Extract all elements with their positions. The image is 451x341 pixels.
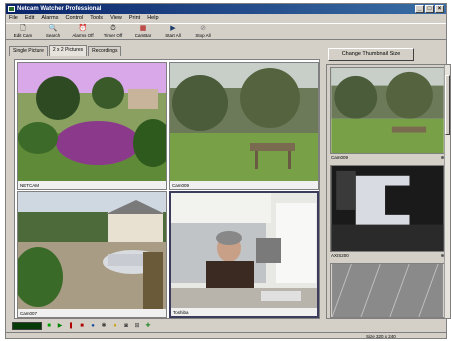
thumbnail-unnamed[interactable] <box>330 263 445 318</box>
document-icon: 🗋 <box>20 25 26 32</box>
timer-off-label: Timer Off <box>103 33 123 38</box>
search-label: Search <box>45 33 61 38</box>
start-all-label: Start All <box>165 33 181 38</box>
camera-label: Cam009 <box>172 183 190 188</box>
activity-indicator <box>12 322 42 330</box>
thumbnail-scrollbar[interactable] <box>444 65 450 318</box>
camera-image-lawn <box>170 63 318 181</box>
edit-cam-button[interactable]: 🗋 Edit Cam <box>8 24 38 40</box>
alarm-icon: ⏰ <box>78 25 88 32</box>
menu-view[interactable]: View <box>110 14 122 22</box>
camera-image-office <box>171 193 317 308</box>
record-icon[interactable]: ■ <box>45 322 53 330</box>
stop-all-label: Stop All <box>195 33 211 38</box>
menu-print[interactable]: Print <box>129 14 140 22</box>
tab-single-picture[interactable]: Single Picture <box>9 46 48 56</box>
cambar-label: CamBar <box>134 33 152 38</box>
cambar-icon: ▦ <box>139 25 147 32</box>
thumbnail-image-grey <box>330 263 445 318</box>
thumbnail-image-lawn <box>330 67 445 154</box>
search-button[interactable]: 🔍 Search <box>38 24 68 40</box>
bottom-toolbar: ■ ▶ ❚ ■ ● ✱ ♦ ◙ ⊞ ✚ <box>6 321 446 331</box>
start-all-icon: ▶ <box>170 25 176 32</box>
start-all-button[interactable]: ▶ Start All <box>158 24 188 40</box>
camera-view-netcam[interactable]: NETCAM <box>17 62 167 190</box>
globe-icon[interactable]: ● <box>89 322 97 330</box>
thumbnail-label: AXIS200 <box>331 253 349 258</box>
alarms-off-button[interactable]: ⏰ Alarms Off <box>68 24 98 40</box>
menu-file[interactable]: File <box>9 14 18 22</box>
thumbnail-label: Cam009 <box>331 155 349 160</box>
camera-view-cam007[interactable]: Cam007 <box>17 191 167 318</box>
camera-label: NETCAM <box>20 183 39 188</box>
minimize-button[interactable]: _ <box>415 5 424 13</box>
edit-cam-label: Edit Cam <box>13 33 33 38</box>
close-button[interactable]: × <box>435 5 444 13</box>
menu-help[interactable]: Help <box>147 14 158 22</box>
change-thumbnail-size-button[interactable]: Change Thumbnail Size <box>328 48 414 61</box>
motion-icon[interactable]: ✚ <box>144 322 152 330</box>
maximize-button[interactable]: □ <box>425 5 434 13</box>
title-bar[interactable]: Netcam Watcher Professional _ □ × <box>6 4 446 14</box>
timer-icon: ⏱ <box>110 25 116 32</box>
timer-off-button[interactable]: ⏱ Timer Off <box>98 24 128 40</box>
menu-edit[interactable]: Edit <box>25 14 34 22</box>
grid-icon[interactable]: ⊞ <box>133 322 141 330</box>
camera-grid: NETCAM Cam009 Cam007 Toshiba <box>14 59 320 319</box>
camera-image-driveway <box>18 192 166 309</box>
pause-icon[interactable]: ❚ <box>67 322 75 330</box>
bug-icon[interactable]: ✱ <box>100 322 108 330</box>
image-size-status: Size 320 x 240 <box>366 334 396 339</box>
camera-label: Cam007 <box>20 311 38 316</box>
thumbnail-cam009[interactable]: Cam009 <box>330 67 445 161</box>
play-icon[interactable]: ▶ <box>56 322 64 330</box>
camera-view-toshiba[interactable]: Toshiba <box>169 191 319 318</box>
menu-tools[interactable]: Tools <box>90 14 103 22</box>
tab-2x2-pictures[interactable]: 2 x 2 Pictures <box>48 45 88 56</box>
menu-control[interactable]: Control <box>65 14 83 22</box>
cambar-button[interactable]: ▦ CamBar <box>128 24 158 40</box>
stop-icon[interactable]: ■ <box>78 322 86 330</box>
app-icon <box>8 6 15 12</box>
tab-recordings[interactable]: Recordings <box>88 46 122 56</box>
app-window: Netcam Watcher Professional _ □ × File E… <box>5 3 451 339</box>
stop-all-button[interactable]: ⊘ Stop All <box>188 24 218 40</box>
thumbnail-axis200[interactable]: AXIS200 <box>330 165 445 259</box>
thumbnail-image-desk <box>330 165 445 252</box>
status-bar: Size 320 x 240 <box>6 332 446 339</box>
camera-image-garden <box>18 63 166 181</box>
scrollbar-thumb[interactable] <box>445 75 450 135</box>
alarms-off-label: Alarms Off <box>72 33 94 38</box>
toolbar: 🗋 Edit Cam 🔍 Search ⏰ Alarms Off ⏱ Timer… <box>6 23 446 40</box>
thumbnail-panel: Cam009 AXIS200 <box>326 64 451 319</box>
window-title: Netcam Watcher Professional <box>17 6 102 12</box>
stop-all-icon: ⊘ <box>200 25 206 32</box>
camera-label: Toshiba <box>173 310 189 315</box>
view-tabs: Single Picture 2 x 2 Pictures Recordings <box>9 45 122 56</box>
magnifier-icon: 🔍 <box>48 25 58 32</box>
camera-view-cam009[interactable]: Cam009 <box>169 62 319 190</box>
menu-bar: File Edit Alarms Control Tools View Prin… <box>6 14 446 22</box>
light-icon[interactable]: ♦ <box>111 322 119 330</box>
menu-alarms[interactable]: Alarms <box>41 14 58 22</box>
snapshot-icon[interactable]: ◙ <box>122 322 130 330</box>
